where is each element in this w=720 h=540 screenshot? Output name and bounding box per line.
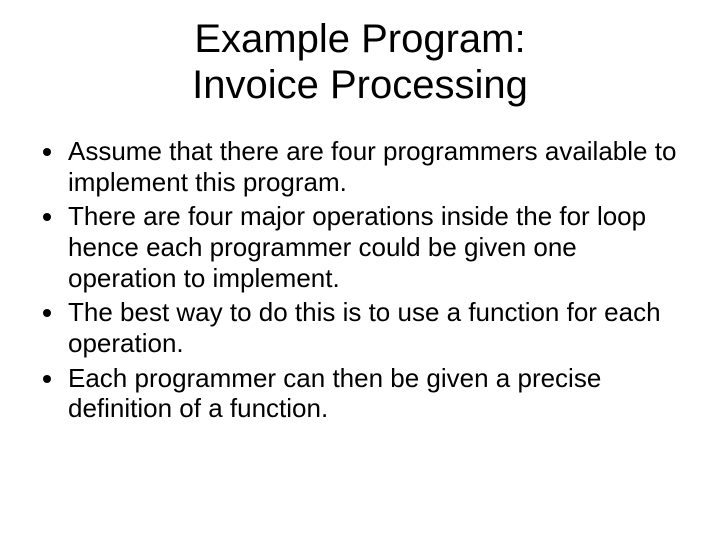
bullet-list: Assume that there are four programmers a…: [36, 136, 684, 424]
title-line-1: Example Program:: [194, 17, 525, 61]
list-item: Each programmer can then be given a prec…: [66, 363, 684, 424]
list-item: The best way to do this is to use a func…: [66, 297, 684, 358]
list-item: Assume that there are four programmers a…: [66, 136, 684, 197]
title-line-2: Invoice Processing: [192, 63, 528, 107]
slide-title: Example Program: Invoice Processing: [36, 16, 684, 108]
list-item: There are four major operations inside t…: [66, 201, 684, 293]
slide: Example Program: Invoice Processing Assu…: [0, 0, 720, 540]
